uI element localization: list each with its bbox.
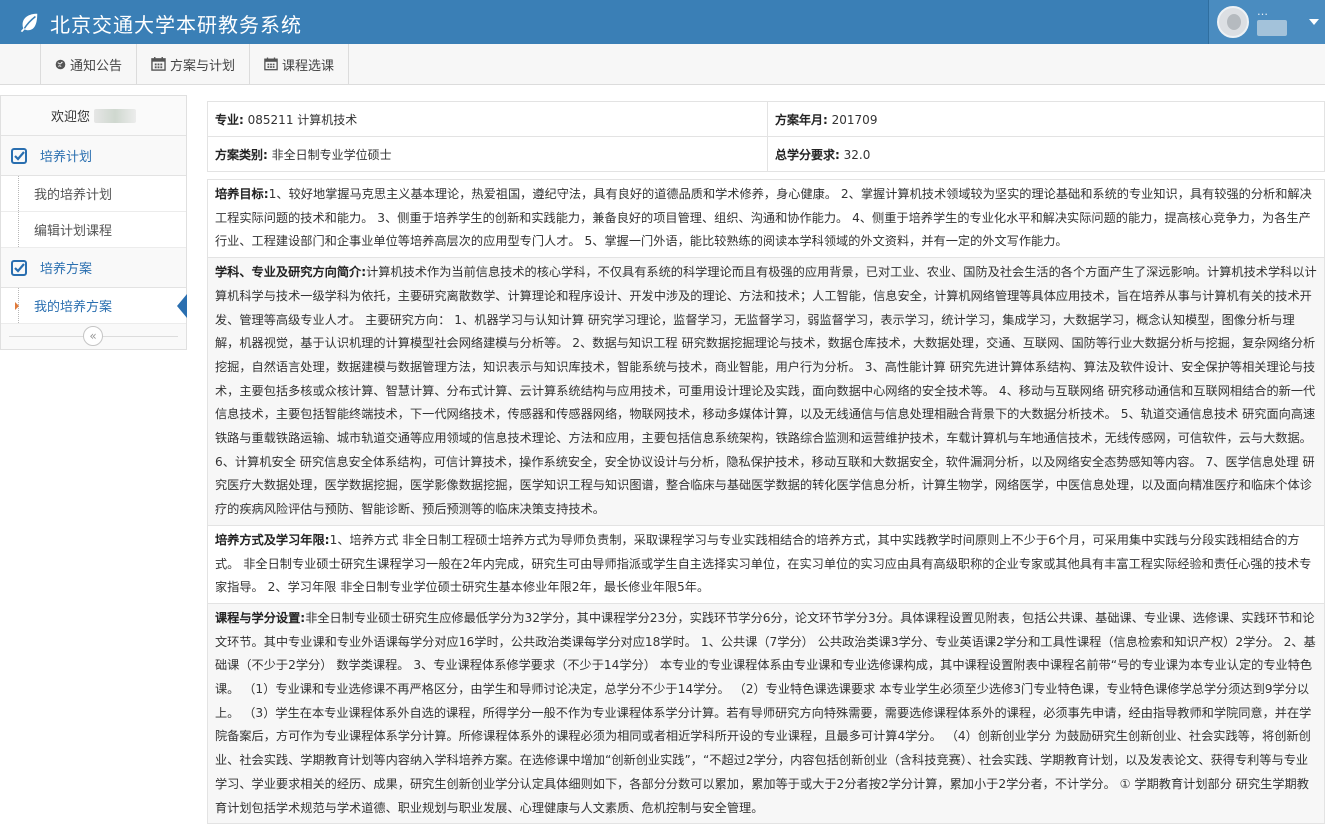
major-value: 085211 计算机技术	[247, 112, 358, 127]
checkbox-checked-icon	[11, 259, 27, 276]
user-menu[interactable]: …	[1208, 0, 1325, 44]
app-title: 北京交通大学本研教务系统	[50, 13, 302, 37]
nav-notices-label: 通知公告	[69, 58, 122, 74]
sidebar-item-label: 我的培养方案	[34, 300, 113, 315]
active-bullet-icon	[15, 302, 19, 310]
avatar[interactable]	[1217, 6, 1249, 38]
welcome-row: 欢迎您	[1, 96, 186, 136]
sidebar: 欢迎您 培养计划 我的培养计划 编辑计划课程 培养方案 我的培养方案 «	[0, 95, 187, 350]
section-discipline-intro: 学科、专业及研究方向简介:计算机技术作为当前信息技术的核心学科，不仅具有系统的科…	[207, 258, 1325, 526]
tree-line	[18, 212, 19, 247]
collapse-sidebar-button[interactable]: «	[83, 326, 103, 346]
leaf-logo-icon	[20, 13, 38, 33]
plan-date-value: 201709	[831, 112, 878, 127]
section-course-credits: 课程与学分设置:非全日制专业硕士研究生应修最低学分为32学分，其中课程学分23分…	[207, 603, 1325, 825]
nav-courses-label: 课程选课	[281, 58, 334, 74]
credits-cell: 总学分要求: 32.0	[767, 136, 1325, 172]
welcome-name-blur	[94, 108, 137, 123]
credits-label: 总学分要求:	[775, 147, 840, 162]
sidebar-group-training-plan[interactable]: 培养计划	[1, 136, 186, 176]
main-content: 专业: 085211 计算机技术 方案年月: 201709 方案类别: 非全日制…	[207, 101, 1325, 825]
top-header: 北京交通大学本研教务系统 …	[0, 0, 1325, 44]
sidebar-item-edit-plan[interactable]: 编辑计划课程	[1, 212, 186, 248]
nav-plans-label: 方案与计划	[169, 58, 235, 74]
category-label: 方案类别:	[215, 147, 268, 162]
major-cell: 专业: 085211 计算机技术	[207, 101, 768, 137]
sidebar-item-label: 编辑计划课程	[34, 224, 113, 239]
sidebar-group-label: 培养方案	[40, 262, 93, 277]
section-text: 1、较好地掌握马克思主义基本理论，热爱祖国，遵纪守法，具有良好的道德品质和学术修…	[215, 187, 1312, 249]
section-training-goals: 培养目标:1、较好地掌握马克思主义基本理论，热爱祖国，遵纪守法，具有良好的道德品…	[207, 179, 1325, 259]
plan-date-label: 方案年月:	[775, 112, 828, 127]
section-title: 课程与学分设置:	[215, 610, 306, 625]
active-indicator	[177, 294, 187, 318]
category-cell: 方案类别: 非全日制专业学位硕士	[207, 136, 768, 172]
section-text: 计算机技术作为当前信息技术的核心学科，不仅具有系统的科学理论而且有极强的应用背景…	[215, 265, 1317, 517]
nav-courses[interactable]: 课程选课	[250, 44, 349, 84]
calendar-icon	[151, 57, 166, 71]
program-info-table: 专业: 085211 计算机技术 方案年月: 201709 方案类别: 非全日制…	[207, 101, 1325, 172]
globe-icon	[55, 59, 66, 69]
section-title: 培养方式及学习年限:	[215, 532, 330, 547]
calendar-icon	[264, 57, 278, 71]
section-text: 非全日制专业硕士研究生应修最低学分为32学分，其中课程学分23分，实践环节学分6…	[215, 610, 1316, 815]
major-label: 专业:	[215, 112, 244, 127]
nav-bar: 通知公告 方案与计划 课程选课	[0, 44, 1325, 85]
collapse-row: «	[1, 324, 186, 348]
plan-date-cell: 方案年月: 201709	[767, 101, 1325, 137]
sidebar-item-label: 我的培养计划	[34, 188, 113, 203]
nav-notices[interactable]: 通知公告	[40, 44, 137, 84]
caret-down-icon[interactable]	[1309, 19, 1319, 25]
table-row: 专业: 085211 计算机技术 方案年月: 201709	[207, 101, 1325, 137]
sidebar-item-my-plan[interactable]: 我的培养计划	[1, 176, 186, 212]
user-name: …	[1257, 5, 1268, 18]
section-training-mode: 培养方式及学习年限:1、培养方式 非全日制工程硕士培养方式为导师负责制，采取课程…	[207, 525, 1325, 604]
section-title: 培养目标:	[215, 187, 269, 201]
user-name-blur	[1257, 20, 1287, 36]
sidebar-item-my-program[interactable]: 我的培养方案	[1, 288, 187, 324]
category-value: 非全日制专业学位硕士	[271, 147, 392, 162]
nav-plans[interactable]: 方案与计划	[137, 44, 250, 84]
sidebar-group-training-program[interactable]: 培养方案	[1, 248, 186, 288]
table-row: 方案类别: 非全日制专业学位硕士 总学分要求: 32.0	[207, 136, 1325, 172]
welcome-text: 欢迎您	[51, 110, 91, 125]
sidebar-group-label: 培养计划	[40, 150, 93, 165]
section-title: 学科、专业及研究方向简介:	[215, 265, 367, 280]
checkbox-checked-icon	[11, 147, 27, 164]
credits-value: 32.0	[843, 147, 871, 162]
section-text: 1、培养方式 非全日制工程硕士培养方式为导师负责制，采取课程学习与专业实践相结合…	[215, 532, 1312, 595]
tree-line	[18, 176, 19, 211]
